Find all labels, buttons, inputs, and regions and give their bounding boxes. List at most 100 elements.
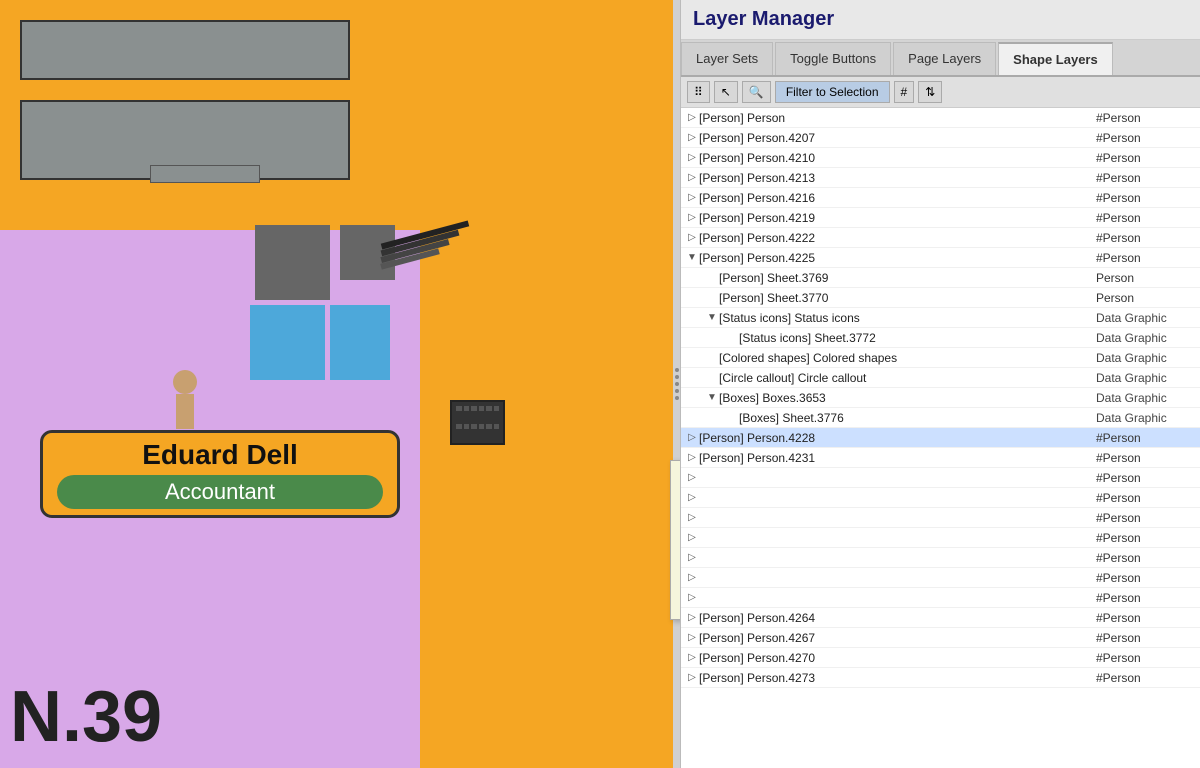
expand-icon[interactable]: ▷ [685, 672, 699, 683]
tab-toggle-buttons[interactable]: Toggle Buttons [775, 42, 891, 75]
desk-item [150, 165, 260, 183]
layer-row[interactable]: ▷#Person [681, 508, 1200, 528]
expand-icon[interactable]: ▷ [685, 152, 699, 163]
layer-name: [Person] Person.4219 [699, 211, 1096, 225]
expand-icon[interactable]: ▷ [685, 172, 699, 183]
tab-shape-layers[interactable]: Shape Layers [998, 42, 1113, 75]
expand-icon[interactable]: ▷ [685, 612, 699, 623]
expand-icon[interactable]: ▷ [685, 212, 699, 223]
drag-handle-btn[interactable]: ⠿ [687, 81, 710, 103]
layer-name: [Status icons] Sheet.3772 [739, 331, 1096, 345]
layer-row[interactable]: ▷[Person] Person.4216#Person [681, 188, 1200, 208]
layer-tag: #Person [1096, 611, 1196, 625]
expand-icon[interactable]: ▷ [685, 472, 699, 483]
desk-shape [20, 20, 350, 80]
layer-tag: #Person [1096, 251, 1196, 265]
layer-tag: #Person [1096, 211, 1196, 225]
layer-row[interactable]: ▷[Person] Person.4267#Person [681, 628, 1200, 648]
layer-row[interactable]: ▷#Person [681, 588, 1200, 608]
expand-icon[interactable]: ▷ [685, 552, 699, 563]
search-btn[interactable]: 🔍 [742, 81, 771, 103]
layer-list[interactable]: ▷[Person] Person#Person▷[Person] Person.… [681, 108, 1200, 768]
layer-row[interactable]: [Circle callout] Circle calloutData Grap… [681, 368, 1200, 388]
layer-row[interactable]: ▷ #Person [681, 548, 1200, 568]
layer-name: [Boxes] Sheet.3776 [739, 411, 1096, 425]
layer-manager-panel: Layer Manager Layer SetsToggle ButtonsPa… [680, 0, 1200, 768]
canvas-area: Eduard Dell Accountant N.39 Level : 1 Id… [0, 0, 680, 768]
layer-row[interactable]: ▼[Boxes] Boxes.3653Data Graphic [681, 388, 1200, 408]
layer-row[interactable]: ▷[Person] Person.4273#Person [681, 668, 1200, 688]
expand-icon[interactable]: ▷ [685, 572, 699, 583]
expand-icon[interactable]: ▼ [705, 312, 719, 323]
layer-tag: #Person [1096, 431, 1196, 445]
expand-icon[interactable]: ▷ [685, 112, 699, 123]
expand-icon[interactable]: ▷ [685, 632, 699, 643]
layer-name: [Person] Person [699, 111, 1096, 125]
layer-tag: #Person [1096, 551, 1196, 565]
layer-row[interactable]: [Colored shapes] Colored shapesData Grap… [681, 348, 1200, 368]
expand-icon[interactable]: ▷ [685, 492, 699, 503]
layer-row[interactable]: ▷[Person] Person.4264#Person [681, 608, 1200, 628]
layer-row[interactable]: ▷[Person] Person.4210#Person [681, 148, 1200, 168]
layer-row[interactable]: ▷[Person] Person.4231#Person [681, 448, 1200, 468]
expand-icon[interactable]: ▷ [685, 432, 699, 443]
layer-tag: Data Graphic [1096, 351, 1196, 365]
layer-row[interactable]: [Person] Sheet.3769Person [681, 268, 1200, 288]
expand-icon[interactable]: ▷ [685, 532, 699, 543]
layer-name: [Person] Person.4267 [699, 631, 1096, 645]
layer-row[interactable]: ▷[Person] Person.4228#Person [681, 428, 1200, 448]
expand-icon[interactable]: ▼ [705, 392, 719, 403]
layer-row[interactable]: ▷[Person] Person.4270#Person [681, 648, 1200, 668]
layer-row[interactable]: [Boxes] Sheet.3776Data Graphic [681, 408, 1200, 428]
layer-tag: #Person [1096, 471, 1196, 485]
layer-row[interactable]: ▷[Person] Person.4219#Person [681, 208, 1200, 228]
layer-row[interactable]: ▷[Person] Person.4207#Person [681, 128, 1200, 148]
layer-tag: Person [1096, 291, 1196, 305]
layer-row[interactable]: ▼[Person] Person.4225#Person [681, 248, 1200, 268]
tab-page-layers[interactable]: Page Layers [893, 42, 996, 75]
expand-icon[interactable]: ▷ [685, 132, 699, 143]
layer-name: [Person] Sheet.3769 [719, 271, 1096, 285]
name-badge: Eduard Dell Accountant [40, 430, 400, 518]
layer-row[interactable]: ▷[Person] Person.4213#Person [681, 168, 1200, 188]
expand-icon[interactable]: ▷ [685, 192, 699, 203]
tooltip-popup: Level : 1 Id : 3777 Name : Person.4228 H… [670, 460, 680, 620]
layer-name: [Person] Person.4231 [699, 451, 1096, 465]
keyboard-icon [450, 400, 505, 445]
tab-layer-sets[interactable]: Layer Sets [681, 42, 773, 75]
cursor-btn[interactable]: ↖ [714, 81, 738, 103]
layer-name: [Person] Person.4210 [699, 151, 1096, 165]
layer-name: [Person] Person.4273 [699, 671, 1096, 685]
layer-name: [Person] Person.4216 [699, 191, 1096, 205]
layer-row[interactable]: ▷ #Person [681, 568, 1200, 588]
expand-icon[interactable]: ▷ [685, 592, 699, 603]
layer-tag: #Person [1096, 571, 1196, 585]
sort-btn[interactable]: ⇅ [918, 81, 942, 103]
layer-tag: Data Graphic [1096, 411, 1196, 425]
layer-row[interactable]: ▷[Person] Person.4222#Person [681, 228, 1200, 248]
monitor-area [380, 230, 480, 310]
expand-icon[interactable]: ▷ [685, 452, 699, 463]
layer-row[interactable]: [Status icons] Sheet.3772Data Graphic [681, 328, 1200, 348]
layer-row[interactable]: ▷ #Person [681, 468, 1200, 488]
layer-name: [Person] Person.4213 [699, 171, 1096, 185]
expand-icon[interactable]: ▷ [685, 512, 699, 523]
hash-btn[interactable]: # [894, 81, 915, 103]
layer-tag: #Person [1096, 531, 1196, 545]
layer-row[interactable]: ▷[Person] Person#Person [681, 108, 1200, 128]
tabs-row: Layer SetsToggle ButtonsPage LayersShape… [681, 40, 1200, 77]
layer-row[interactable]: [Person] Sheet.3770Person [681, 288, 1200, 308]
filter-to-selection-btn[interactable]: Filter to Selection [775, 81, 890, 103]
layer-row[interactable]: ▷ #Person [681, 528, 1200, 548]
expand-icon[interactable]: ▷ [685, 232, 699, 243]
expand-icon[interactable]: ▼ [685, 252, 699, 263]
layer-tag: #Person [1096, 491, 1196, 505]
expand-icon[interactable]: ▷ [685, 652, 699, 663]
layer-row[interactable]: ▷ #Person [681, 488, 1200, 508]
layer-tag: #Person [1096, 151, 1196, 165]
toolbar-row: ⠿ ↖ 🔍 Filter to Selection # ⇅ [681, 77, 1200, 108]
layer-row[interactable]: ▼[Status icons] Status iconsData Graphic [681, 308, 1200, 328]
panel-divider[interactable] [673, 0, 681, 768]
layer-tag: #Person [1096, 171, 1196, 185]
layer-tag: #Person [1096, 631, 1196, 645]
